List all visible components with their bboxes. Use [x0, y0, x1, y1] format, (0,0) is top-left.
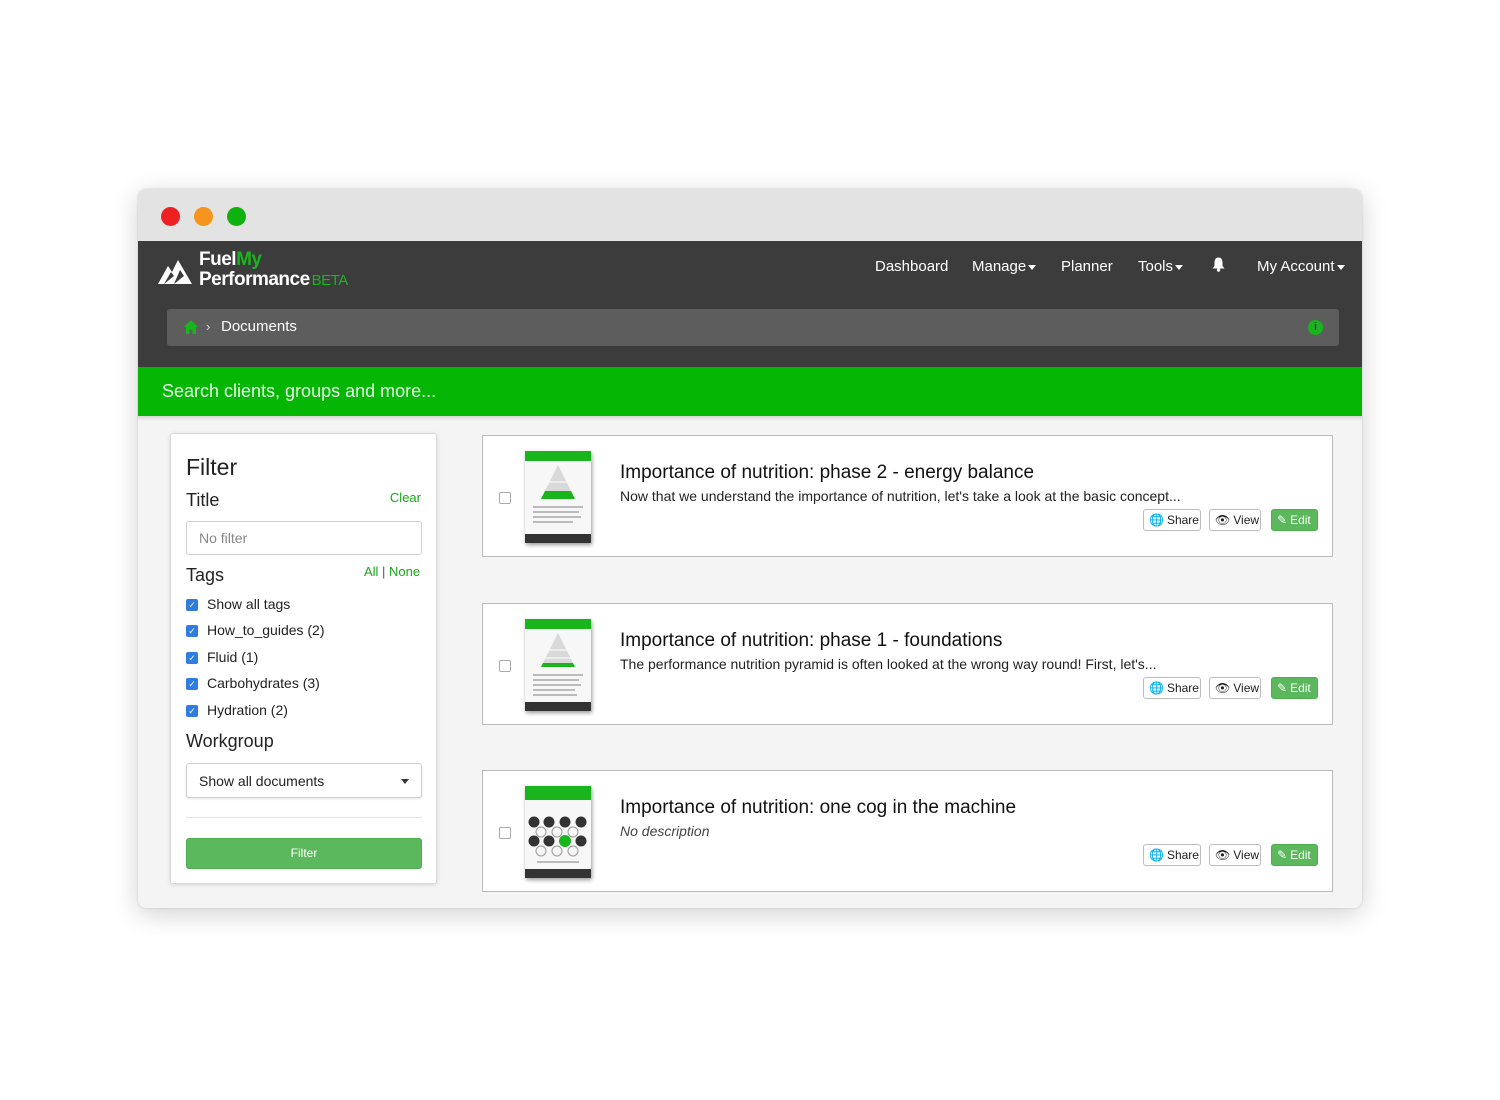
- checkbox-checked-icon[interactable]: ✓: [186, 705, 198, 717]
- document-card: Importance of nutrition: phase 2 - energ…: [482, 435, 1333, 557]
- global-search-input[interactable]: [162, 367, 1312, 416]
- document-description: Now that we understand the importance of…: [620, 488, 1181, 504]
- filter-button[interactable]: Filter: [186, 838, 422, 869]
- nav-planner[interactable]: Planner: [1061, 258, 1113, 275]
- filter-heading: Filter: [186, 454, 238, 480]
- top-navbar: FuelMy Performance BETA Dashboard Manage …: [138, 241, 1362, 367]
- share-button[interactable]: 🌐 Share: [1143, 677, 1201, 699]
- chevron-down-icon: [401, 779, 409, 784]
- filter-panel: Filter Title Clear Tags All | None ✓ Sho…: [170, 433, 437, 884]
- checkbox-checked-icon[interactable]: ✓: [186, 625, 198, 637]
- title-filter-label: Title: [186, 490, 220, 510]
- document-title[interactable]: Importance of nutrition: one cog in the …: [620, 797, 1016, 819]
- clear-title-link[interactable]: Clear: [390, 490, 421, 505]
- share-button[interactable]: 🌐 Share: [1143, 844, 1201, 866]
- bell-icon: [1212, 257, 1225, 272]
- nav-dashboard[interactable]: Dashboard: [875, 258, 948, 275]
- checkbox-checked-icon[interactable]: ✓: [186, 652, 198, 664]
- close-window-button[interactable]: [161, 207, 180, 226]
- eye-icon: 👁: [1215, 513, 1231, 527]
- document-card: Importance of nutrition: one cog in the …: [482, 770, 1333, 892]
- notifications-bell-button[interactable]: [1212, 257, 1225, 276]
- document-select-checkbox[interactable]: [499, 492, 511, 504]
- document-thumbnail[interactable]: [525, 619, 591, 711]
- workgroup-select[interactable]: Show all documents: [186, 763, 422, 798]
- view-button[interactable]: 👁 View: [1209, 509, 1261, 531]
- globe-icon: 🌐: [1149, 848, 1164, 862]
- document-description: The performance nutrition pyramid is oft…: [620, 656, 1157, 672]
- minimize-window-button[interactable]: [194, 207, 213, 226]
- document-thumbnail[interactable]: [525, 786, 591, 878]
- document-description: No description: [620, 823, 710, 839]
- browser-window: FuelMy Performance BETA Dashboard Manage …: [138, 189, 1362, 908]
- eye-icon: 👁: [1215, 681, 1231, 695]
- document-title[interactable]: Importance of nutrition: phase 1 - found…: [620, 630, 1002, 652]
- edit-button[interactable]: ✎ Edit: [1271, 509, 1318, 531]
- globe-icon: 🌐: [1149, 681, 1164, 695]
- chevron-down-icon: [1028, 264, 1037, 270]
- tags-link-separator: |: [382, 564, 386, 579]
- document-card: Importance of nutrition: phase 1 - found…: [482, 603, 1333, 725]
- nav-my-account[interactable]: My Account: [1257, 258, 1345, 275]
- search-bar-shadow: [138, 416, 1362, 421]
- breadcrumb-current: Documents: [221, 318, 297, 335]
- window-titlebar: [138, 189, 1362, 241]
- breadcrumb-separator: ›: [206, 319, 211, 334]
- checkbox-checked-icon[interactable]: ✓: [186, 599, 198, 611]
- eye-icon: 👁: [1215, 848, 1231, 862]
- document-select-checkbox[interactable]: [499, 827, 511, 839]
- edit-button[interactable]: ✎ Edit: [1271, 844, 1318, 866]
- view-button[interactable]: 👁 View: [1209, 677, 1261, 699]
- tags-label: Tags: [186, 565, 225, 585]
- maximize-window-button[interactable]: [227, 207, 246, 226]
- document-title[interactable]: Importance of nutrition: phase 2 - energ…: [620, 462, 1034, 484]
- info-icon[interactable]: i: [1308, 320, 1323, 335]
- brand-line-2: Performance BETA: [199, 269, 349, 290]
- edit-button[interactable]: ✎ Edit: [1271, 677, 1318, 699]
- globe-icon: 🌐: [1149, 513, 1164, 527]
- beta-label: BETA: [311, 272, 349, 289]
- document-thumbnail[interactable]: [525, 451, 591, 543]
- nav-tools[interactable]: Tools: [1138, 258, 1184, 275]
- checkbox-checked-icon[interactable]: ✓: [186, 678, 198, 690]
- select-no-tags-link[interactable]: None: [389, 564, 420, 579]
- breadcrumb: › Documents i: [167, 309, 1339, 346]
- title-filter-input[interactable]: [186, 521, 422, 555]
- select-all-tags-link[interactable]: All: [364, 564, 378, 579]
- pencil-icon: ✎: [1277, 848, 1288, 862]
- workgroup-label: Workgroup: [186, 731, 274, 751]
- divider: [186, 817, 422, 818]
- pencil-icon: ✎: [1277, 681, 1288, 695]
- chevron-down-icon: [1336, 264, 1345, 270]
- mountain-logo-icon: [158, 260, 192, 284]
- brand-line-1: FuelMy: [199, 249, 262, 270]
- view-button[interactable]: 👁 View: [1209, 844, 1261, 866]
- nav-manage[interactable]: Manage: [972, 258, 1037, 275]
- brand-logo[interactable]: FuelMy Performance BETA: [158, 246, 378, 296]
- pencil-icon: ✎: [1277, 513, 1288, 527]
- document-select-checkbox[interactable]: [499, 660, 511, 672]
- home-icon[interactable]: [183, 319, 199, 335]
- chevron-down-icon: [1175, 264, 1184, 270]
- search-bar: [138, 367, 1362, 416]
- share-button[interactable]: 🌐 Share: [1143, 509, 1201, 531]
